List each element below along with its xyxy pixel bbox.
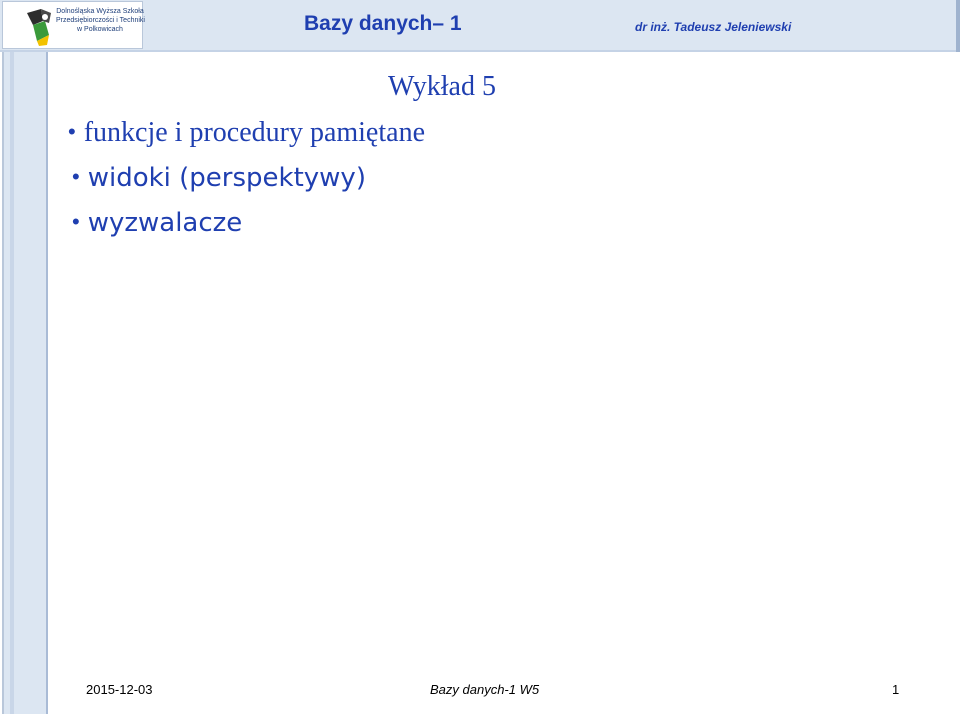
left-decorative-band xyxy=(2,52,48,714)
bullet-item: • wyzwalacze xyxy=(72,208,242,238)
lecture-title: Wykład 5 xyxy=(388,71,496,102)
bullet-item: • funkcje i procedury pamiętane xyxy=(68,117,425,149)
school-name-line: w Polkowicach xyxy=(77,26,123,33)
left-band-stripe xyxy=(10,52,14,714)
page-number: 1 xyxy=(892,682,900,697)
bullet-item: • widoki (perspektywy) xyxy=(72,163,366,193)
bullet-text: widoki (perspektywy) xyxy=(87,163,366,193)
slide: Dolnośląska Wyższa Szkoła Przedsiębiorcz… xyxy=(0,0,960,716)
school-logo: Dolnośląska Wyższa Szkoła Przedsiębiorcz… xyxy=(2,1,145,49)
bullet-text: funkcje i procedury pamiętane xyxy=(83,117,425,148)
bullet-dot-icon: • xyxy=(72,164,80,189)
course-title: Bazy danych– 1 xyxy=(304,12,462,35)
footer-title: Bazy danych-1 W5 xyxy=(430,682,540,697)
bullet-dot-icon: • xyxy=(72,209,80,234)
bullet-text: wyzwalacze xyxy=(87,208,243,238)
school-name-line: Przedsiębiorczości i Techniki xyxy=(56,17,145,24)
footer-date: 2015-12-03 xyxy=(86,682,153,697)
school-name-line: Dolnośląska Wyższa Szkoła xyxy=(56,8,144,15)
header-edge xyxy=(956,0,960,52)
author-name: dr inż. Tadeusz Jeleniewski xyxy=(635,20,792,34)
school-emblem-icon xyxy=(27,9,51,46)
bullet-dot-icon: • xyxy=(68,119,76,144)
header-bar: Dolnośląska Wyższa Szkoła Przedsiębiorcz… xyxy=(0,0,960,52)
school-name: Dolnośląska Wyższa Szkoła Przedsiębiorcz… xyxy=(56,7,145,34)
